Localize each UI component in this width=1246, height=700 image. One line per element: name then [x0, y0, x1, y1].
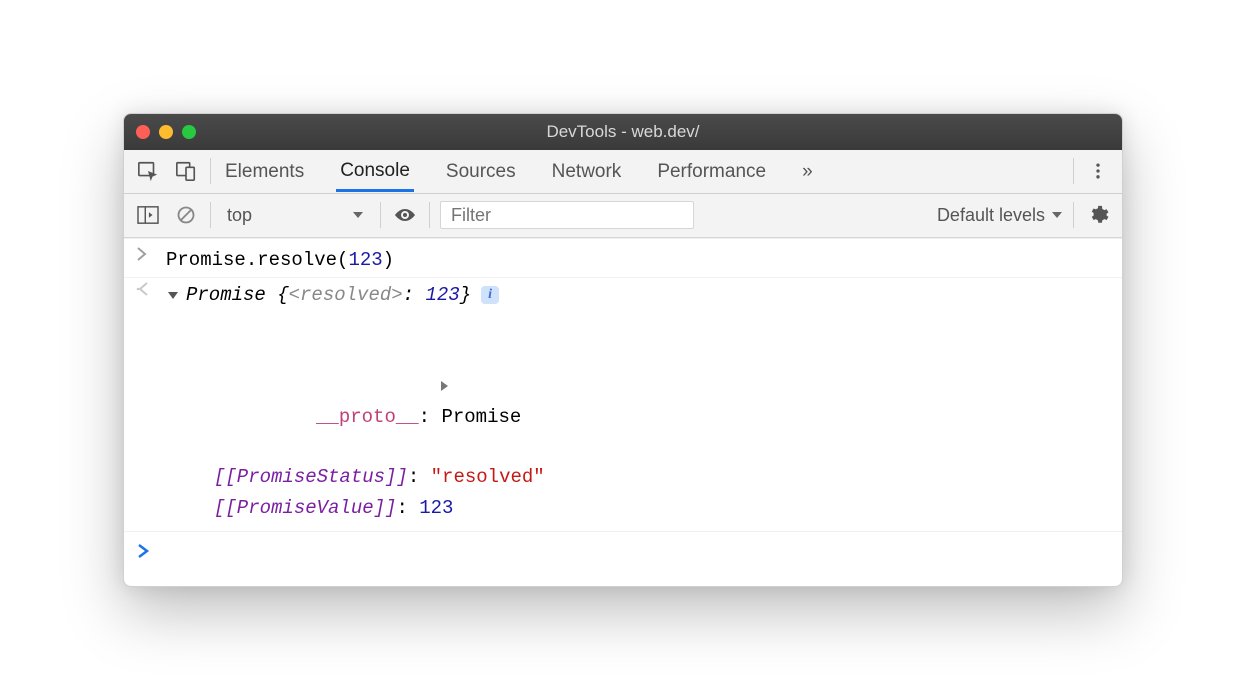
console-settings-icon[interactable]	[1084, 201, 1112, 229]
console-input-row: Promise.resolve(123)	[124, 243, 1122, 278]
device-toolbar-icon[interactable]	[172, 157, 200, 185]
console-prompt[interactable]	[124, 532, 1122, 586]
disclosure-triangle-down-icon[interactable]	[166, 290, 180, 300]
prompt-chevron-icon	[136, 540, 166, 570]
devtools-tabs: Elements Console Sources Network Perform…	[221, 151, 817, 192]
promise-status-row: [[PromiseStatus]]: "resolved"	[166, 462, 1110, 492]
object-tree: Promise {<resolved>: 123} i __proto__: P…	[166, 280, 1110, 523]
levels-label: Default levels	[937, 205, 1045, 226]
log-levels-selector[interactable]: Default levels	[937, 205, 1063, 226]
filter-input[interactable]	[440, 201, 694, 229]
tab-performance[interactable]: Performance	[653, 152, 770, 190]
tab-elements[interactable]: Elements	[221, 152, 308, 190]
window-title: DevTools - web.dev/	[124, 122, 1122, 142]
kebab-menu-icon[interactable]	[1084, 157, 1112, 185]
toolbar-separator	[380, 202, 381, 228]
object-summary[interactable]: Promise {<resolved>: 123} i	[166, 280, 1110, 310]
disclosure-triangle-right-icon[interactable]	[302, 341, 316, 432]
toolbar-separator	[210, 202, 211, 228]
tab-console[interactable]: Console	[336, 151, 414, 192]
toolbar-separator	[1073, 158, 1074, 184]
tab-sources[interactable]: Sources	[442, 152, 520, 190]
console-output: Promise.resolve(123) Promise {<resolved>…	[124, 238, 1122, 587]
chevron-down-icon	[352, 205, 364, 226]
execution-context-selector[interactable]: top	[221, 203, 370, 228]
clear-console-icon[interactable]	[172, 201, 200, 229]
devtools-window: DevTools - web.dev/ Elements Console Sou…	[123, 113, 1123, 588]
inspect-element-icon[interactable]	[134, 157, 162, 185]
input-chevron-icon	[136, 245, 166, 275]
minimize-window-button[interactable]	[159, 125, 173, 139]
output-chevron-icon	[136, 280, 166, 523]
proto-row[interactable]: __proto__: Promise	[166, 310, 1110, 462]
toolbar-separator	[210, 158, 211, 184]
console-toolbar: top Default levels	[124, 194, 1122, 238]
titlebar: DevTools - web.dev/	[124, 114, 1122, 150]
info-icon[interactable]: i	[481, 286, 499, 304]
chevron-down-icon	[1051, 209, 1063, 221]
tabs-overflow[interactable]: »	[798, 152, 817, 190]
zoom-window-button[interactable]	[182, 125, 196, 139]
console-input-expression[interactable]: Promise.resolve(123)	[166, 245, 1110, 275]
context-value: top	[227, 205, 252, 226]
console-output-row: Promise {<resolved>: 123} i __proto__: P…	[124, 278, 1122, 525]
toolbar-separator	[429, 202, 430, 228]
live-expression-icon[interactable]	[391, 201, 419, 229]
promise-value-row: [[PromiseValue]]: 123	[166, 493, 1110, 523]
close-window-button[interactable]	[136, 125, 150, 139]
main-toolbar: Elements Console Sources Network Perform…	[124, 150, 1122, 194]
sidebar-toggle-icon[interactable]	[134, 201, 162, 229]
tab-network[interactable]: Network	[548, 152, 626, 190]
traffic-lights	[136, 125, 196, 139]
toolbar-separator	[1073, 202, 1074, 228]
